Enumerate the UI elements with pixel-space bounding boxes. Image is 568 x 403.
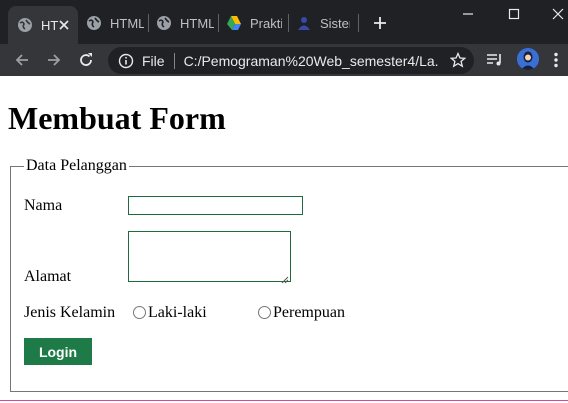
kebab-menu-icon[interactable]: [546, 50, 566, 70]
tab-title: Sister: [320, 15, 350, 31]
radio-laki-laki[interactable]: [133, 306, 146, 319]
alamat-textarea[interactable]: [128, 231, 291, 284]
address-divider: [173, 52, 175, 69]
tab-1[interactable]: HT: [8, 6, 78, 44]
tab-4[interactable]: Prakti: [226, 8, 282, 38]
close-tab-icon[interactable]: [56, 17, 72, 33]
globe-icon: [86, 15, 102, 31]
google-drive-icon: [226, 15, 242, 31]
globe-icon: [17, 17, 33, 33]
nama-input[interactable]: [128, 196, 303, 215]
address-bar[interactable]: File C:/Pemograman%20Web_semester4/La...: [108, 47, 474, 74]
info-icon[interactable]: [118, 53, 134, 69]
radio-perempuan[interactable]: [258, 306, 271, 319]
reload-icon[interactable]: [76, 50, 96, 70]
page-title: Membuat Form: [8, 100, 226, 136]
tab-strip: HT HTML HTML Prakti Sister: [0, 0, 568, 44]
tab-5[interactable]: Sister: [296, 8, 350, 38]
forward-arrow-icon[interactable]: [44, 50, 64, 70]
address-url[interactable]: C:/Pemograman%20Web_semester4/La...: [184, 53, 439, 69]
tab-3[interactable]: HTML: [156, 8, 214, 38]
globe-icon: [156, 15, 172, 31]
tab-title: HTML: [110, 15, 144, 31]
profile-avatar[interactable]: [517, 48, 539, 70]
star-icon[interactable]: [449, 51, 467, 68]
jenis-kelamin-label: Jenis Kelamin: [24, 304, 116, 321]
tab-separator: [148, 14, 149, 32]
tab-separator: [218, 14, 219, 32]
plus-icon[interactable]: [370, 13, 390, 33]
resize-grip-icon[interactable]: [280, 271, 289, 284]
browser-toolbar: File C:/Pemograman%20Web_semester4/La...: [0, 44, 568, 76]
page-content: Membuat Form Data Pelanggan Nama Alamat …: [0, 76, 568, 403]
back-arrow-icon[interactable]: [12, 50, 32, 70]
minimize-icon[interactable]: [448, 0, 488, 28]
nama-label: Nama: [24, 197, 63, 214]
tab-title: Prakti: [250, 15, 282, 31]
radio-label-perempuan[interactable]: Perempuan: [273, 304, 345, 322]
radio-label-laki-laki[interactable]: Laki-laki: [148, 304, 207, 322]
tab-separator: [288, 14, 289, 32]
close-icon[interactable]: [538, 0, 568, 28]
person-badge-icon: [296, 15, 312, 31]
media-queue-icon[interactable]: [485, 50, 505, 70]
file-scheme-label: File: [142, 52, 165, 69]
tab-title: HTML: [180, 15, 214, 31]
bottom-rule: [0, 400, 568, 401]
fieldset-legend: Data Pelanggan: [24, 157, 129, 175]
login-button[interactable]: Login: [24, 338, 92, 365]
alamat-label: Alamat: [24, 268, 72, 285]
tab-separator: [358, 14, 359, 32]
tab-2[interactable]: HTML: [86, 8, 144, 38]
maximize-icon[interactable]: [494, 0, 534, 28]
